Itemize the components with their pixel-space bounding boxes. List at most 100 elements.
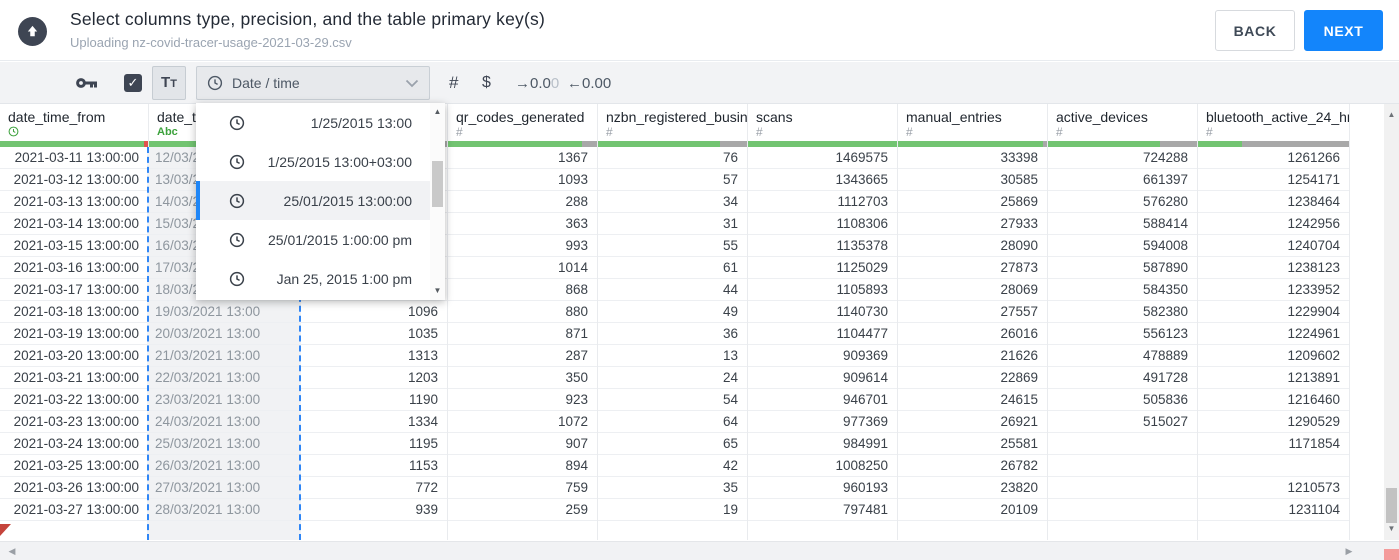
table-cell[interactable]: 20/03/2021 13:00 xyxy=(149,323,299,345)
table-cell[interactable]: 26/03/2021 13:00 xyxy=(149,455,299,477)
table-cell[interactable]: 1171854 xyxy=(1198,433,1349,455)
table-cell[interactable]: 1135378 xyxy=(748,235,897,257)
table-cell[interactable]: 909369 xyxy=(748,345,897,367)
column-header[interactable]: qr_codes_generated # xyxy=(448,104,597,147)
table-cell[interactable]: 288 xyxy=(448,191,597,213)
table-cell[interactable]: 27557 xyxy=(898,301,1047,323)
table-cell[interactable]: 1343665 xyxy=(748,169,897,191)
table-cell[interactable]: 1238464 xyxy=(1198,191,1349,213)
table-cell[interactable]: 1195 xyxy=(300,433,447,455)
table-cell[interactable]: 26016 xyxy=(898,323,1047,345)
table-cell[interactable]: 363 xyxy=(448,213,597,235)
table-cell[interactable]: 28/03/2021 13:00 xyxy=(149,499,299,521)
table-cell[interactable]: 36 xyxy=(598,323,747,345)
table-cell[interactable]: 588414 xyxy=(1048,213,1197,235)
table-cell[interactable]: 984991 xyxy=(748,433,897,455)
table-cell[interactable]: 1008250 xyxy=(748,455,897,477)
table-cell[interactable]: 23/03/2021 13:00 xyxy=(149,389,299,411)
table-cell[interactable]: 25581 xyxy=(898,433,1047,455)
dropdown-option[interactable]: 25/01/2015 1:00:00 pm xyxy=(196,220,445,259)
table-cell[interactable]: 27/03/2021 13:00 xyxy=(149,477,299,499)
table-cell[interactable]: 960193 xyxy=(748,477,897,499)
table-cell[interactable]: 27933 xyxy=(898,213,1047,235)
table-cell[interactable]: 923 xyxy=(448,389,597,411)
table-cell[interactable]: 1125029 xyxy=(748,257,897,279)
table-cell[interactable]: 1014 xyxy=(448,257,597,279)
table-cell[interactable]: 25/03/2021 13:00 xyxy=(149,433,299,455)
table-cell[interactable]: 33398 xyxy=(898,147,1047,169)
table-cell[interactable]: 2021-03-11 13:00:00 xyxy=(0,147,148,169)
table-cell[interactable]: 54 xyxy=(598,389,747,411)
table-cell[interactable]: 894 xyxy=(448,455,597,477)
table-cell[interactable]: 1254171 xyxy=(1198,169,1349,191)
table-cell[interactable]: 2021-03-27 13:00:00 xyxy=(0,499,148,521)
table-cell[interactable]: 21626 xyxy=(898,345,1047,367)
scroll-left-icon[interactable]: ◀ xyxy=(4,542,20,560)
table-cell[interactable]: 1035 xyxy=(300,323,447,345)
table-cell[interactable]: 1290529 xyxy=(1198,411,1349,433)
table-cell[interactable]: 594008 xyxy=(1048,235,1197,257)
table-cell[interactable]: 576280 xyxy=(1048,191,1197,213)
table-cell[interactable]: 871 xyxy=(448,323,597,345)
table-cell[interactable]: 23820 xyxy=(898,477,1047,499)
table-cell[interactable]: 946701 xyxy=(748,389,897,411)
scroll-up-icon[interactable]: ▲ xyxy=(1384,108,1399,122)
table-cell[interactable]: 28069 xyxy=(898,279,1047,301)
table-cell[interactable]: 21/03/2021 13:00 xyxy=(149,345,299,367)
next-button[interactable]: NEXT xyxy=(1304,10,1383,51)
table-cell[interactable]: 1203 xyxy=(300,367,447,389)
table-cell[interactable]: 2021-03-17 13:00:00 xyxy=(0,279,148,301)
column-header[interactable]: bluetooth_active_24_hr_ # xyxy=(1198,104,1349,147)
table-cell[interactable] xyxy=(1048,499,1197,521)
table-cell[interactable]: 24/03/2021 13:00 xyxy=(149,411,299,433)
table-cell[interactable]: 661397 xyxy=(1048,169,1197,191)
table-cell[interactable]: 65 xyxy=(598,433,747,455)
increase-decimal-button[interactable]: →0.0 0 xyxy=(515,62,559,104)
table-cell[interactable]: 2021-03-16 13:00:00 xyxy=(0,257,148,279)
table-cell[interactable]: 22869 xyxy=(898,367,1047,389)
table-cell[interactable]: 2021-03-22 13:00:00 xyxy=(0,389,148,411)
table-cell[interactable]: 259 xyxy=(448,499,597,521)
table-cell[interactable]: 556123 xyxy=(1048,323,1197,345)
table-cell[interactable]: 2021-03-14 13:00:00 xyxy=(0,213,148,235)
table-cell[interactable]: 2021-03-15 13:00:00 xyxy=(0,235,148,257)
scroll-down-icon[interactable]: ▼ xyxy=(1384,522,1399,536)
table-cell[interactable]: 1072 xyxy=(448,411,597,433)
table-cell[interactable]: 1261266 xyxy=(1198,147,1349,169)
table-cell[interactable]: 993 xyxy=(448,235,597,257)
table-cell[interactable]: 880 xyxy=(448,301,597,323)
table-cell[interactable]: 30585 xyxy=(898,169,1047,191)
table-cell[interactable]: 13 xyxy=(598,345,747,367)
table-cell[interactable]: 27873 xyxy=(898,257,1047,279)
table-cell[interactable]: 491728 xyxy=(1048,367,1197,389)
table-cell[interactable]: 1231104 xyxy=(1198,499,1349,521)
table-cell[interactable]: 939 xyxy=(300,499,447,521)
table-cell[interactable]: 28090 xyxy=(898,235,1047,257)
table-cell[interactable]: 909614 xyxy=(748,367,897,389)
table-cell[interactable]: 61 xyxy=(598,257,747,279)
table-cell[interactable]: 1229904 xyxy=(1198,301,1349,323)
column-header[interactable]: nzbn_registered_busine # xyxy=(598,104,747,147)
table-cell[interactable]: 587890 xyxy=(1048,257,1197,279)
column-header[interactable]: active_devices # xyxy=(1048,104,1197,147)
scroll-up-icon[interactable]: ▲ xyxy=(430,105,445,119)
table-cell[interactable]: 2021-03-13 13:00:00 xyxy=(0,191,148,213)
table-cell[interactable]: 2021-03-12 13:00:00 xyxy=(0,169,148,191)
table-cell[interactable]: 584350 xyxy=(1048,279,1197,301)
currency-type-button[interactable]: $ xyxy=(482,62,491,104)
table-cell[interactable]: 20109 xyxy=(898,499,1047,521)
table-cell[interactable]: 1224961 xyxy=(1198,323,1349,345)
table-cell[interactable]: 24615 xyxy=(898,389,1047,411)
table-cell[interactable]: 1210573 xyxy=(1198,477,1349,499)
table-cell[interactable]: 2021-03-24 13:00:00 xyxy=(0,433,148,455)
table-cell[interactable]: 2021-03-26 13:00:00 xyxy=(0,477,148,499)
table-cell[interactable]: 1213891 xyxy=(1198,367,1349,389)
table-cell[interactable]: 1469575 xyxy=(748,147,897,169)
horizontal-scrollbar[interactable]: ◀ ▶ xyxy=(0,541,1399,560)
table-cell[interactable] xyxy=(1198,455,1349,477)
column-header[interactable]: manual_entries # xyxy=(898,104,1047,147)
table-cell[interactable]: 35 xyxy=(598,477,747,499)
table-cell[interactable]: 19 xyxy=(598,499,747,521)
table-cell[interactable] xyxy=(1048,477,1197,499)
table-cell[interactable]: 1334 xyxy=(300,411,447,433)
